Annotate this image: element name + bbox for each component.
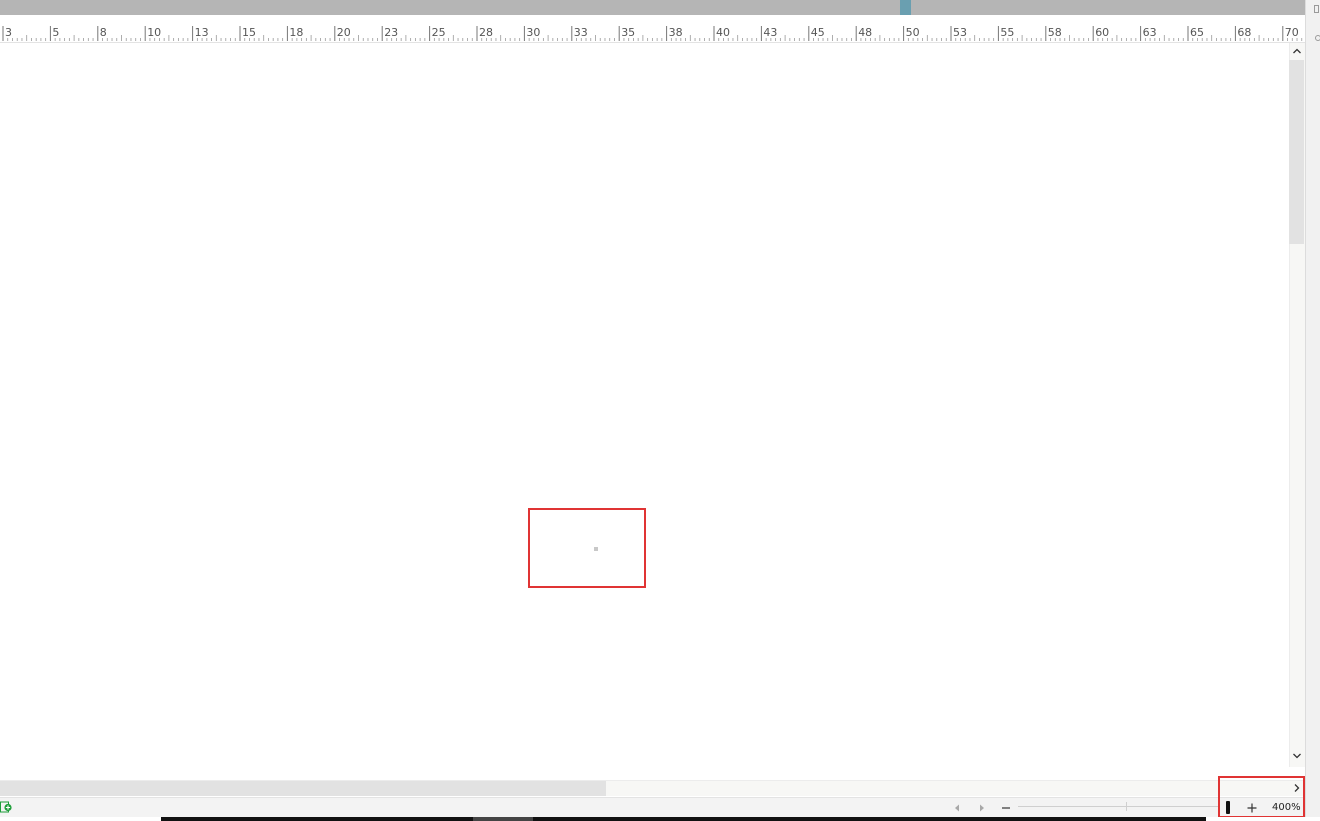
chevron-down-icon[interactable] bbox=[1289, 748, 1305, 764]
drawing-canvas[interactable] bbox=[0, 43, 1289, 780]
highlight-box-center bbox=[528, 508, 646, 588]
ruler-label: 63 bbox=[1142, 26, 1157, 39]
ruler-label: 70 bbox=[1284, 26, 1299, 39]
zoom-slider-center-tick bbox=[1126, 802, 1127, 811]
minus-icon[interactable] bbox=[1000, 801, 1012, 813]
highlight-box-zoom bbox=[1218, 776, 1305, 818]
ruler-label: 58 bbox=[1047, 26, 1062, 39]
chevron-up-icon[interactable] bbox=[1289, 43, 1305, 59]
taskbar-strip bbox=[161, 817, 1206, 821]
taskbar-item[interactable] bbox=[473, 817, 533, 821]
ruler-label: 53 bbox=[953, 26, 967, 39]
ruler-label: 68 bbox=[1237, 26, 1252, 39]
ruler-label: 15 bbox=[242, 26, 256, 39]
zoom-slider-track[interactable] bbox=[1018, 806, 1218, 807]
ruler-label: 38 bbox=[668, 26, 683, 39]
ruler-label: 28 bbox=[479, 26, 493, 39]
triangle-left-icon[interactable] bbox=[952, 801, 962, 813]
right-side-pane bbox=[1305, 0, 1320, 821]
panel-circle-icon[interactable] bbox=[1315, 35, 1320, 41]
ruler-label: 65 bbox=[1190, 26, 1204, 39]
ruler-label: 23 bbox=[384, 26, 399, 39]
ruler-label: 50 bbox=[905, 26, 920, 39]
ruler-label: 5 bbox=[52, 26, 60, 39]
ruler-label: 35 bbox=[621, 26, 636, 39]
top-gap bbox=[0, 15, 1305, 26]
ruler-label: 18 bbox=[289, 26, 304, 39]
ruler-label: 3 bbox=[5, 26, 12, 39]
ruler-label: 8 bbox=[99, 26, 107, 39]
ruler-label: 40 bbox=[716, 26, 730, 39]
horizontal-ruler: 3 5 8 10 13 15 18 20 23 25 28 30 33 35 38 40 43 45 48 50 53 5… bbox=[0, 26, 1305, 43]
tab-marker[interactable] bbox=[900, 0, 911, 15]
ruler-label: 30 bbox=[526, 26, 541, 39]
sheet-add-icon[interactable] bbox=[0, 800, 12, 813]
panel-square-icon[interactable] bbox=[1314, 5, 1319, 13]
ruler-label: 20 bbox=[336, 26, 351, 39]
ruler-label: 60 bbox=[1095, 26, 1110, 39]
ruler-label: 10 bbox=[147, 26, 162, 39]
ruler-label: 33 bbox=[573, 26, 588, 39]
ruler-label: 45 bbox=[810, 26, 825, 39]
status-bar bbox=[0, 797, 1305, 817]
ruler-label: 25 bbox=[431, 26, 446, 39]
top-toolbar-strip bbox=[0, 0, 1305, 15]
ruler-label: 43 bbox=[763, 26, 778, 39]
ruler-label: 48 bbox=[858, 26, 873, 39]
triangle-right-icon[interactable] bbox=[977, 801, 987, 813]
ruler-label: 55 bbox=[1000, 26, 1015, 39]
vertical-scroll-thumb[interactable] bbox=[1289, 60, 1304, 244]
ruler-label: 13 bbox=[194, 26, 209, 39]
horizontal-scroll-thumb[interactable] bbox=[0, 781, 606, 796]
